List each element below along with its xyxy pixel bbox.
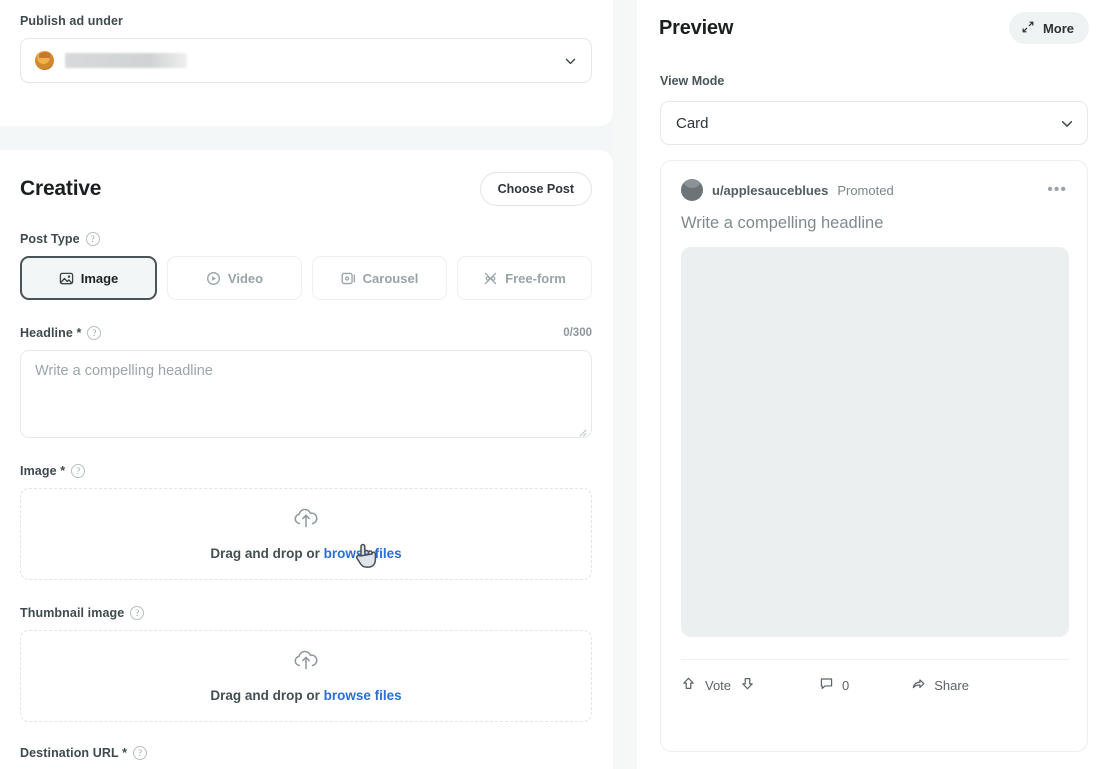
free-form-icon: [483, 271, 498, 286]
preview-divider: [681, 659, 1069, 660]
post-type-option-free-form[interactable]: Free-form: [457, 256, 592, 300]
image-label-text: Image *: [20, 464, 66, 478]
play-circle-icon: [206, 271, 221, 286]
help-circle-icon[interactable]: ?: [71, 464, 86, 478]
comment-bubble-icon: [819, 676, 834, 694]
user-avatar-icon: [35, 51, 54, 70]
share-arrow-icon: [911, 676, 926, 694]
headline-char-counter: 0/300: [563, 327, 592, 339]
cloud-upload-icon: [293, 649, 319, 676]
thumbnail-dropzone[interactable]: Drag and drop or browse files: [20, 630, 592, 722]
headline-label: Headline * ?: [20, 326, 102, 340]
reddit-avatar-icon: [681, 179, 703, 201]
help-circle-icon[interactable]: ?: [87, 326, 102, 340]
share-control[interactable]: Share: [911, 676, 969, 694]
creative-header: Creative Choose Post: [20, 172, 592, 206]
preview-promoted-label: Promoted: [837, 182, 894, 198]
publish-ad-under-label: Publish ad under: [20, 14, 591, 28]
preview-card-header: u/applesauceblues Promoted •••: [681, 179, 1067, 201]
more-button[interactable]: More: [1008, 12, 1089, 44]
image-dropzone-text: Drag and drop or browse files: [210, 546, 401, 561]
resize-handle-icon[interactable]: [577, 424, 587, 437]
destination-url-label: Destination URL * ?: [20, 746, 591, 760]
cloud-upload-icon: [293, 507, 319, 534]
redacted-account-name: [65, 53, 187, 68]
help-circle-icon[interactable]: ?: [133, 746, 148, 760]
thumbnail-dropzone-text: Drag and drop or browse files: [210, 688, 401, 703]
image-label: Image * ?: [20, 464, 591, 478]
image-dropzone[interactable]: Drag and drop or browse files: [20, 488, 592, 580]
publish-ad-under-card: Publish ad under: [0, 0, 613, 126]
preview-headline: Write a compelling headline: [681, 214, 884, 232]
carousel-icon: [341, 271, 356, 286]
post-type-option-video-label: Video: [227, 270, 264, 286]
share-label: Share: [934, 677, 969, 693]
comment-count: 0: [842, 677, 850, 693]
post-type-option-free-form-label: Free-form: [505, 270, 566, 286]
headline-label-row: Headline * ? 0/300: [20, 326, 592, 340]
post-type-option-image[interactable]: Image: [20, 256, 157, 300]
image-drop-label: Drag and drop or: [210, 546, 324, 561]
chevron-down-icon: [1060, 117, 1073, 130]
thumbnail-upload-section: Thumbnail image ? Drag and drop or brows…: [20, 606, 592, 722]
choose-post-button[interactable]: Choose Post: [479, 172, 592, 206]
thumbnail-drop-label: Drag and drop or: [210, 688, 324, 703]
post-type-option-carousel[interactable]: Carousel: [312, 256, 447, 300]
more-button-label: More: [1042, 20, 1074, 36]
vote-control[interactable]: Vote: [681, 676, 755, 694]
preview-title: Preview: [659, 16, 734, 39]
comment-control[interactable]: 0: [819, 676, 849, 694]
post-type-options: Image Video Carousel Free-form: [20, 256, 592, 300]
image-browse-files-link[interactable]: browse files: [324, 546, 402, 561]
headline-section: Headline * ? 0/300 Write a compelling he…: [20, 326, 592, 438]
chevron-down-icon: [564, 54, 577, 67]
ad-creation-screen: Publish ad under Creative Choose Post Po…: [0, 0, 1107, 769]
view-mode-value: Card: [676, 114, 709, 132]
thumbnail-label-text: Thumbnail image: [20, 606, 125, 620]
destination-url-label-text: Destination URL *: [20, 746, 128, 760]
thumbnail-browse-files-link[interactable]: browse files: [324, 688, 402, 703]
publish-ad-under-label-text: Publish ad under: [20, 14, 123, 28]
creative-title: Creative: [20, 177, 102, 200]
ad-preview-card: u/applesauceblues Promoted ••• Write a c…: [660, 160, 1088, 752]
headline-label-text: Headline *: [20, 326, 82, 340]
post-type-option-carousel-label: Carousel: [362, 270, 419, 286]
post-type-option-video[interactable]: Video: [167, 256, 302, 300]
publish-account-select[interactable]: [20, 38, 592, 83]
preview-card-actions: Vote 0 Share: [681, 676, 1069, 694]
downvote-arrow-icon[interactable]: [740, 676, 755, 694]
help-circle-icon[interactable]: ?: [130, 606, 145, 620]
creative-card: Creative Choose Post Post Type ? Image V…: [0, 150, 613, 769]
preview-username: u/applesauceblues: [712, 182, 829, 198]
preview-image-placeholder: [681, 247, 1069, 637]
headline-placeholder: Write a compelling headline: [35, 363, 213, 379]
form-column: Publish ad under Creative Choose Post Po…: [0, 0, 613, 769]
post-type-option-image-label: Image: [80, 270, 119, 286]
destination-url-section: Destination URL * ?: [20, 746, 591, 760]
view-mode-label: View Mode: [660, 74, 725, 88]
image-icon: [59, 271, 74, 286]
view-mode-select[interactable]: Card: [660, 101, 1088, 145]
help-circle-icon[interactable]: ?: [85, 232, 100, 246]
expand-diagonal-icon: [1021, 20, 1035, 37]
ellipsis-icon[interactable]: •••: [1047, 182, 1067, 198]
thumbnail-label: Thumbnail image ?: [20, 606, 591, 620]
vote-label: Vote: [705, 677, 732, 693]
headline-input[interactable]: Write a compelling headline: [20, 350, 592, 438]
post-type-label: Post Type ?: [20, 232, 591, 246]
preview-header: Preview More: [659, 12, 1089, 44]
upvote-arrow-icon[interactable]: [681, 676, 696, 694]
post-type-section: Post Type ? Image Video Carousel Free-fo…: [20, 232, 592, 300]
post-type-label-text: Post Type: [20, 232, 80, 246]
image-upload-section: Image * ? Drag and drop or browse files: [20, 464, 592, 580]
